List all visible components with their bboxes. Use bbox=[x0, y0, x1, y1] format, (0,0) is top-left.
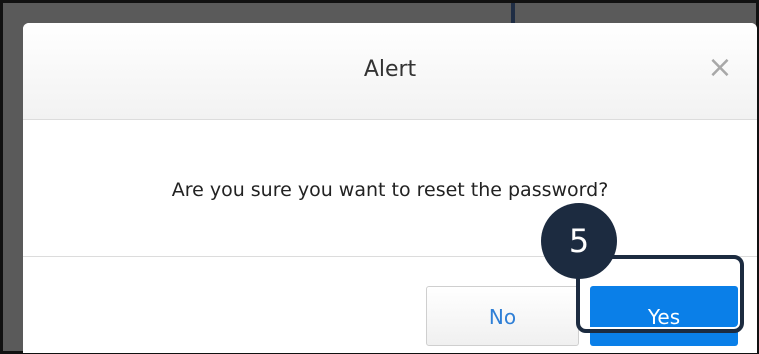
dialog-header: Alert × bbox=[23, 23, 757, 120]
yes-button[interactable]: Yes bbox=[590, 286, 738, 346]
dialog-body: Are you sure you want to reset the passw… bbox=[23, 120, 757, 257]
close-icon[interactable]: × bbox=[705, 53, 735, 83]
step-badge: 5 bbox=[541, 203, 617, 279]
alert-dialog: Alert × Are you sure you want to reset t… bbox=[23, 23, 757, 353]
dialog-footer: No Yes bbox=[23, 257, 757, 353]
screenshot-frame: Alert × Are you sure you want to reset t… bbox=[0, 0, 759, 354]
dialog-title: Alert bbox=[363, 57, 417, 82]
backdrop-divider bbox=[511, 3, 515, 23]
dialog-message: Are you sure you want to reset the passw… bbox=[171, 179, 609, 201]
no-button[interactable]: No bbox=[426, 286, 579, 346]
